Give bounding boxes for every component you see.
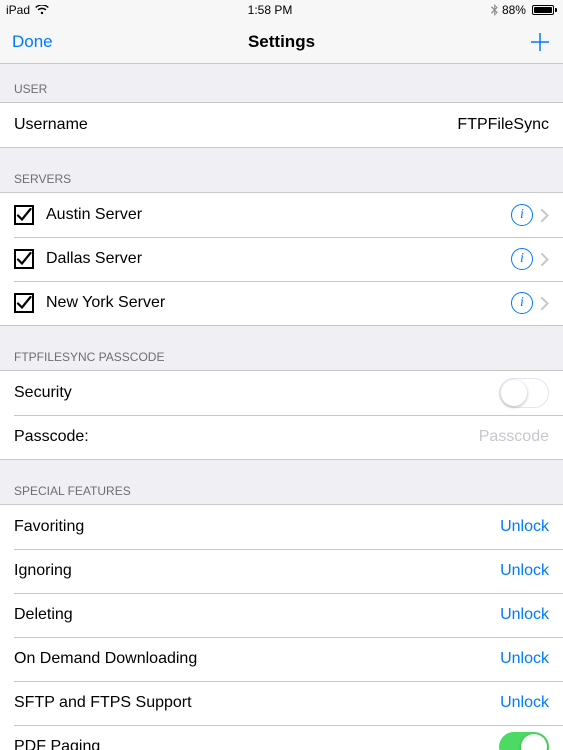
username-value: FTPFileSync (457, 116, 549, 134)
server-label: Dallas Server (46, 250, 511, 268)
feature-label: SFTP and FTPS Support (14, 694, 500, 712)
feature-row[interactable]: DeletingUnlock (0, 593, 563, 637)
feature-row: PDF Paging (0, 725, 563, 750)
status-time: 1:58 PM (248, 3, 293, 17)
server-row[interactable]: Austin Serveri (0, 193, 563, 237)
feature-row[interactable]: IgnoringUnlock (0, 549, 563, 593)
section-header-features: SPECIAL FEATURES (0, 460, 563, 504)
group-features: FavoritingUnlockIgnoringUnlockDeletingUn… (0, 504, 563, 750)
section-header-user: USER (0, 64, 563, 102)
unlock-button[interactable]: Unlock (500, 694, 549, 712)
info-icon[interactable]: i (511, 248, 533, 270)
feature-toggle[interactable] (499, 732, 549, 750)
feature-label: Ignoring (14, 562, 500, 580)
device-label: iPad (6, 3, 30, 17)
unlock-button[interactable]: Unlock (500, 518, 549, 536)
checkbox-icon[interactable] (14, 205, 34, 225)
security-toggle[interactable] (499, 378, 549, 408)
checkbox-icon[interactable] (14, 293, 34, 313)
chevron-right-icon (541, 297, 549, 310)
feature-label: Favoriting (14, 518, 500, 536)
done-button[interactable]: Done (12, 32, 53, 52)
status-bar: iPad 1:58 PM 88% (0, 0, 563, 20)
bluetooth-icon (491, 4, 498, 16)
server-row[interactable]: Dallas Serveri (0, 237, 563, 281)
feature-row[interactable]: SFTP and FTPS SupportUnlock (0, 681, 563, 725)
status-left: iPad (6, 3, 49, 17)
chevron-right-icon (541, 209, 549, 222)
info-icon[interactable]: i (511, 204, 533, 226)
wifi-icon (35, 5, 49, 15)
server-label: Austin Server (46, 206, 511, 224)
checkbox-icon[interactable] (14, 249, 34, 269)
battery-icon (530, 5, 557, 15)
passcode-row[interactable]: Passcode: Passcode (0, 415, 563, 459)
feature-row[interactable]: FavoritingUnlock (0, 505, 563, 549)
info-icon[interactable]: i (511, 292, 533, 314)
page-title: Settings (0, 32, 563, 52)
username-row[interactable]: Username FTPFileSync (0, 103, 563, 147)
group-user: Username FTPFileSync (0, 102, 563, 148)
feature-label: On Demand Downloading (14, 650, 500, 668)
group-passcode: Security Passcode: Passcode (0, 370, 563, 460)
battery-percent: 88% (502, 3, 526, 17)
chevron-right-icon (541, 253, 549, 266)
unlock-button[interactable]: Unlock (500, 562, 549, 580)
server-label: New York Server (46, 294, 511, 312)
status-right: 88% (491, 3, 557, 17)
security-label: Security (14, 384, 499, 402)
feature-label: Deleting (14, 606, 500, 624)
feature-row[interactable]: On Demand DownloadingUnlock (0, 637, 563, 681)
unlock-button[interactable]: Unlock (500, 606, 549, 624)
passcode-label: Passcode: (14, 428, 479, 446)
add-button[interactable] (529, 31, 551, 53)
section-header-passcode: FTPFILESYNC PASSCODE (0, 326, 563, 370)
username-label: Username (14, 116, 457, 134)
security-row: Security (0, 371, 563, 415)
server-row[interactable]: New York Serveri (0, 281, 563, 325)
passcode-placeholder: Passcode (479, 428, 549, 446)
nav-bar: Done Settings (0, 20, 563, 64)
unlock-button[interactable]: Unlock (500, 650, 549, 668)
plus-icon (529, 31, 551, 53)
group-servers: Austin ServeriDallas ServeriNew York Ser… (0, 192, 563, 326)
feature-label: PDF Paging (14, 738, 499, 750)
section-header-servers: SERVERS (0, 148, 563, 192)
